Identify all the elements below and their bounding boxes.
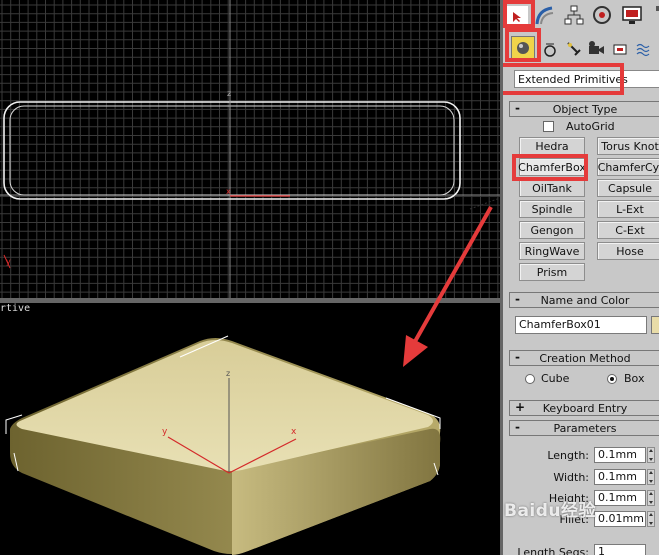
lights-subcategory[interactable] [563,38,585,60]
rollout-expand-icon: + [515,400,526,414]
ringwave-button[interactable]: RingWave [519,242,585,260]
display-monitor-icon [622,6,642,24]
utilities-tab[interactable] [648,4,659,26]
motion-wheel-icon [593,6,611,24]
length-label: Length: [547,449,589,462]
spindle-button[interactable]: Spindle [519,200,585,218]
helpers-subcategory[interactable] [609,38,631,60]
space-warps-subcategory[interactable] [633,38,655,60]
shapes-subcategory[interactable] [539,38,561,60]
length-segs-field[interactable]: 1 [594,544,646,555]
capsule-button[interactable]: Capsule [597,179,659,197]
utilities-hammer-icon [656,6,659,11]
fillet-spinner[interactable] [647,511,655,527]
oiltank-button[interactable]: OilTank [519,179,585,197]
keyboard-entry-title: Keyboard Entry [542,401,628,415]
geometry-highlight [505,28,541,62]
modify-tab[interactable] [534,4,556,26]
lights-icon [567,42,581,56]
c-ext-button[interactable]: C-Ext [597,221,659,239]
autogrid-checkbox[interactable] [543,121,554,132]
top-axis-x-label: x [226,187,231,196]
gengon-button[interactable]: Gengon [519,221,585,239]
top-axis-z-label: z [227,89,231,98]
hedra-button[interactable]: Hedra [519,137,585,155]
object-name-field[interactable]: ChamferBox01 [515,316,647,334]
box-radio[interactable] [607,374,617,384]
chamfercyl-button[interactable]: ChamferCyl [597,158,659,176]
length-field[interactable]: 0.1mm [594,447,646,463]
height-spinner[interactable] [647,490,655,506]
l-ext-button[interactable]: L-Ext [597,200,659,218]
persp-axis-x-label: x [291,427,297,437]
chamferbox-wireframe-inner [9,105,455,196]
rollout-collapse-icon: - [515,292,520,306]
length-segs-label: Length Segs: [517,546,589,555]
torus-knot-button[interactable]: Torus Knot [597,137,659,155]
box-radio-label: Box [624,372,645,385]
object-type-rollout[interactable]: - Object Type [509,101,659,117]
width-field[interactable]: 0.1mm [594,469,646,485]
hierarchy-tab[interactable] [563,4,585,26]
parameters-title: Parameters [553,421,617,435]
cube-radio[interactable] [525,374,535,384]
baidu-watermark: Baidu经验 [504,501,597,521]
cameras-icon [589,41,604,54]
cameras-subcategory[interactable] [585,38,607,60]
width-label: Width: [553,471,589,484]
persp-axis-z-label: z [226,369,230,378]
hierarchy-icon [564,5,584,25]
name-and-color-rollout[interactable]: - Name and Color [509,292,659,308]
top-axis-y-label: y [6,257,11,266]
rollout-collapse-icon: - [515,101,520,115]
autogrid-label: AutoGrid [566,120,615,133]
creation-method-title: Creation Method [539,351,631,365]
parameters-rollout[interactable]: - Parameters [509,420,659,436]
motion-tab[interactable] [591,4,613,26]
annotation-arrow [403,206,493,367]
perspective-viewport-label[interactable]: rtive [0,303,30,314]
chamferbox-wireframe-outer [3,101,461,200]
fillet-field[interactable]: 0.01mm [594,511,646,527]
display-tab[interactable] [621,4,643,26]
helpers-tape-icon [613,44,627,55]
length-spinner[interactable] [647,447,655,463]
height-field[interactable]: 0.1mm [594,490,646,506]
rollout-collapse-icon: - [515,420,520,434]
creation-method-rollout[interactable]: - Creation Method [509,350,659,366]
keyboard-entry-rollout[interactable]: + Keyboard Entry [509,400,659,416]
object-type-title: Object Type [552,102,618,116]
hose-button[interactable]: Hose [597,242,659,260]
prism-button[interactable]: Prism [519,263,585,281]
name-and-color-title: Name and Color [540,293,630,307]
command-panel: Extended Primitives - Object Type AutoGr… [503,0,659,555]
category-dropdown-highlight [503,63,624,95]
space-warps-wave-icon [636,43,650,57]
rollout-collapse-icon: - [515,350,520,364]
cube-radio-label: Cube [541,372,570,385]
create-tab-highlight [503,0,535,28]
persp-axis-y-label: y [162,427,168,437]
shapes-icon [544,43,556,57]
chamferbox-highlight [512,154,588,181]
width-spinner[interactable] [647,469,655,485]
object-color-swatch[interactable] [651,316,659,334]
modify-bend-icon [535,6,554,25]
